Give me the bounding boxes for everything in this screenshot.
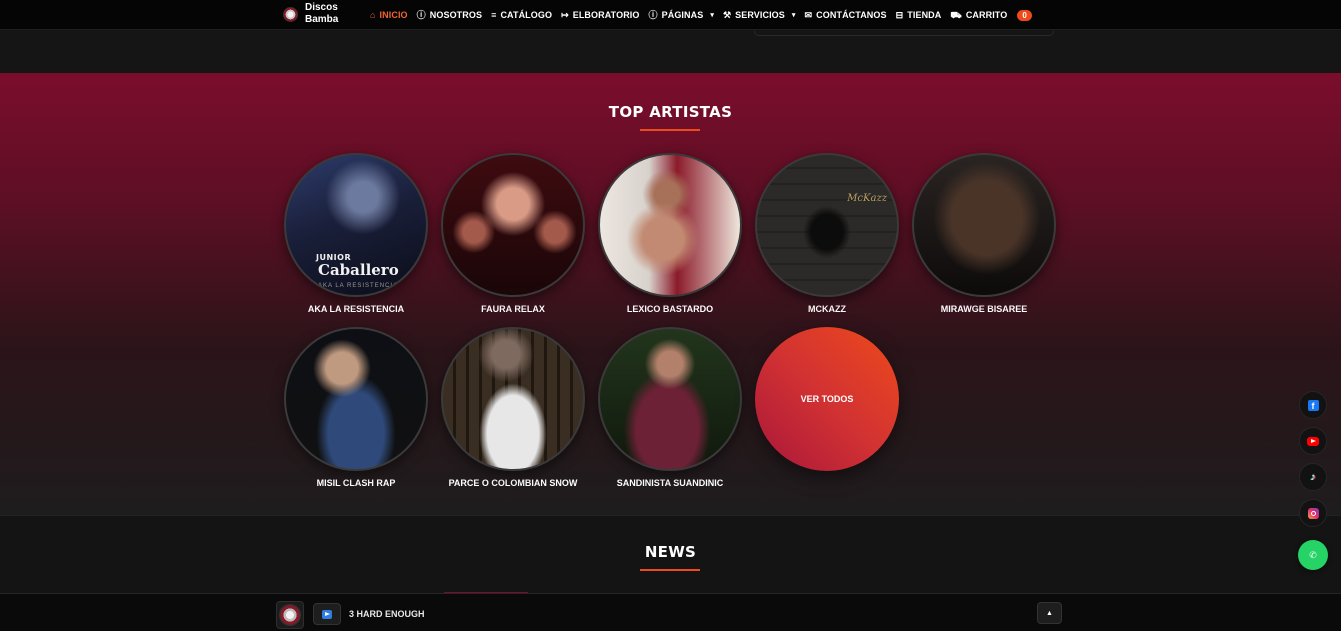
photo-logo-text: Caballero xyxy=(318,261,399,279)
nav-item-cart[interactable]: ⛟ CARRITO 0 xyxy=(950,9,1032,21)
previous-card-edge xyxy=(754,31,1054,36)
whatsapp-icon: ✆ xyxy=(1309,549,1317,560)
list-icon: ≡ xyxy=(491,9,497,20)
artist-name[interactable]: MISIL CLASH RAP xyxy=(284,478,428,488)
caret-down-icon: ▾ xyxy=(710,12,714,19)
cart-icon: ⛟ xyxy=(950,9,962,20)
artist-name[interactable]: MIRAWGE BISAREE xyxy=(912,304,1056,314)
nav-label: NOSOTROS xyxy=(429,10,483,20)
artist-card[interactable]: LEXICO BASTARDO xyxy=(598,153,742,314)
arrow-icon: ↦ xyxy=(561,9,569,20)
artist-photo[interactable] xyxy=(598,153,742,297)
artist-card[interactable]: MISIL CLASH RAP xyxy=(284,327,428,488)
navbar: Discos Bamba ⌂ INICIO ⓘ NOSOTROS ≡ CATÁL… xyxy=(0,0,1341,30)
play-icon xyxy=(322,609,332,619)
artist-photo[interactable] xyxy=(441,153,585,297)
title-underline xyxy=(640,129,700,131)
nav-label: INICIO xyxy=(379,10,408,20)
nav-label: CARRITO xyxy=(965,10,1008,20)
see-all-card[interactable]: VER TODOS xyxy=(755,327,899,471)
instagram-icon xyxy=(1307,507,1319,519)
nav-item[interactable]: ✉ CONTÁCTANOS xyxy=(805,10,887,20)
brand-name: Discos Bamba xyxy=(305,2,339,25)
artist-card[interactable]: FAURA RELAX xyxy=(441,153,585,314)
nav-item[interactable]: ⚒ SERVICIOS ▾ xyxy=(723,10,796,20)
artist-card[interactable]: SANDINISTA SUANDINIC xyxy=(598,327,742,488)
nav-label: SERVICIOS xyxy=(735,10,785,20)
nav-item[interactable]: ≡ CATÁLOGO xyxy=(491,10,552,20)
player-logo xyxy=(276,601,304,629)
nav-label: ELBORATORIO xyxy=(572,10,640,20)
caret-down-icon: ▾ xyxy=(791,12,796,19)
expand-player-button[interactable]: ▲ xyxy=(1037,602,1062,624)
photo-logo-text: AKA LA RESISTENCIA xyxy=(318,283,399,289)
nav-label: CONTÁCTANOS xyxy=(816,10,887,20)
tiktok-icon: ♪ xyxy=(1310,471,1316,483)
artist-photo[interactable] xyxy=(441,327,585,471)
nav-item[interactable]: ⊟ TIENDA xyxy=(896,10,942,20)
info-icon: ⓘ xyxy=(416,9,426,20)
vinyl-logo-icon xyxy=(283,6,298,22)
audio-player-bar: 3 HARD ENOUGH ▲ xyxy=(0,593,1341,631)
artist-photo[interactable]: JUNIOR Caballero AKA LA RESISTENCIA xyxy=(284,153,428,297)
artist-name[interactable]: AKA LA RESISTENCIA xyxy=(284,304,428,314)
top-artists-section: TOP ARTISTAS JUNIOR Caballero AKA LA RES… xyxy=(0,73,1341,515)
nav-label: CATÁLOGO xyxy=(500,10,553,20)
main-nav: ⌂ INICIO ⓘ NOSOTROS ≡ CATÁLOGO ↦ ELBORAT… xyxy=(370,0,1032,30)
info-icon: ⓘ xyxy=(648,9,658,20)
caret-up-icon: ▲ xyxy=(1046,609,1053,617)
artist-name[interactable]: PARCE O COLOMBIAN SNOW xyxy=(441,478,585,488)
artist-photo[interactable] xyxy=(598,327,742,471)
track-title: 3 HARD ENOUGH xyxy=(349,609,425,619)
youtube-icon xyxy=(1307,436,1319,446)
play-button[interactable] xyxy=(313,603,341,625)
nav-label: TIENDA xyxy=(907,10,942,20)
brand[interactable]: Discos Bamba xyxy=(283,2,349,26)
store-icon: ⊟ xyxy=(895,9,904,20)
section-title: TOP ARTISTAS xyxy=(608,103,733,121)
artist-card[interactable]: McKazz MCKAZZ xyxy=(755,153,899,314)
nav-item[interactable]: ⌂ INICIO xyxy=(370,10,408,20)
cart-count-badge: 0 xyxy=(1017,9,1032,21)
artist-photo[interactable] xyxy=(912,153,1056,297)
nav-item[interactable]: ⓘ NOSOTROS xyxy=(417,10,482,20)
facebook-button[interactable]: f xyxy=(1299,391,1327,419)
artist-name[interactable]: FAURA RELAX xyxy=(441,304,585,314)
previous-section xyxy=(0,31,1341,73)
facebook-icon: f xyxy=(1307,399,1319,411)
artist-photo[interactable]: McKazz xyxy=(755,153,899,297)
whatsapp-button[interactable]: ✆ xyxy=(1298,540,1328,570)
home-icon: ⌂ xyxy=(370,9,376,20)
artist-card[interactable]: PARCE O COLOMBIAN SNOW xyxy=(441,327,585,488)
instagram-button[interactable] xyxy=(1299,499,1327,527)
nav-item[interactable]: ↦ ELBORATORIO xyxy=(561,10,639,20)
vinyl-logo-icon xyxy=(279,604,301,626)
mail-icon: ✉ xyxy=(804,9,813,20)
nav-item[interactable]: ⓘ PÁGINAS ▾ xyxy=(649,10,714,20)
youtube-button[interactable] xyxy=(1299,427,1327,455)
news-section: NEWS xyxy=(0,515,1341,593)
see-all-button[interactable]: VER TODOS xyxy=(755,327,899,471)
photo-logo-text: McKazz xyxy=(847,193,887,204)
artist-photo[interactable] xyxy=(284,327,428,471)
tiktok-button[interactable]: ♪ xyxy=(1299,463,1327,491)
title-underline xyxy=(640,569,700,571)
artist-name[interactable]: SANDINISTA SUANDINIC xyxy=(598,478,742,488)
section-title: NEWS xyxy=(644,543,697,561)
artist-name[interactable]: MCKAZZ xyxy=(755,304,899,314)
artist-card[interactable]: JUNIOR Caballero AKA LA RESISTENCIA AKA … xyxy=(284,153,428,314)
artist-name[interactable]: LEXICO BASTARDO xyxy=(598,304,742,314)
artist-card[interactable]: MIRAWGE BISAREE xyxy=(912,153,1056,314)
wrench-icon: ⚒ xyxy=(722,9,732,20)
nav-label: PÁGINAS xyxy=(661,10,704,20)
